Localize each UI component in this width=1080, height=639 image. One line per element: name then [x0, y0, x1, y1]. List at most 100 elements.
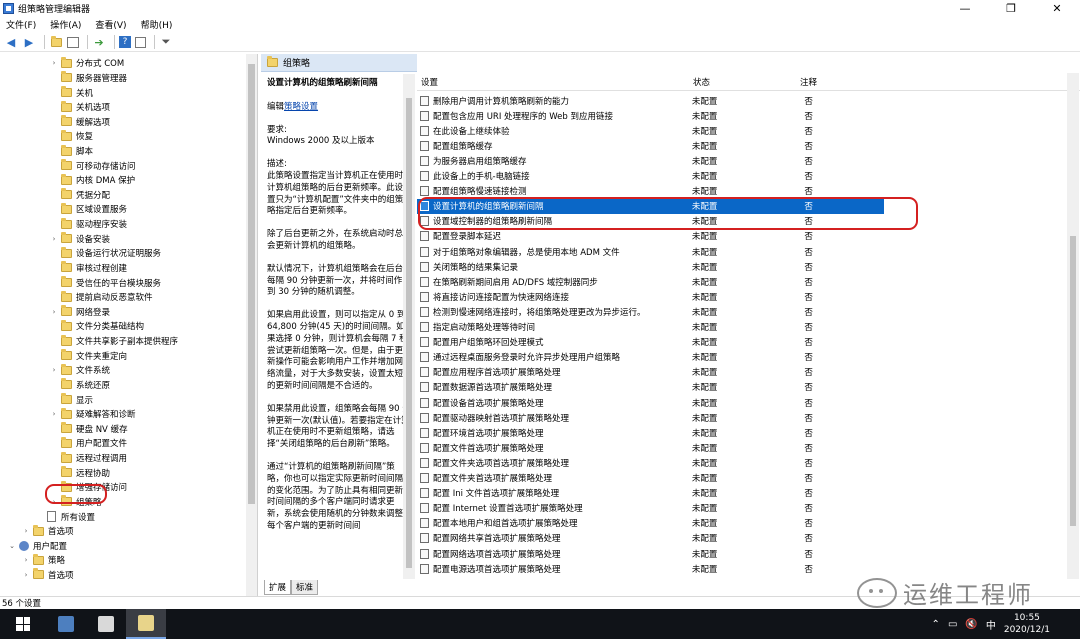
column-header-setting[interactable]: 设置 — [417, 76, 693, 88]
expand-arrow-icon[interactable]: › — [50, 410, 58, 418]
tree-item[interactable]: 远程协助 — [50, 465, 110, 480]
table-row[interactable]: 配置 Ini 文件首选项扩展策略处理 未配置 否 — [417, 486, 884, 501]
tree-item[interactable]: › 文件系统 — [50, 363, 110, 378]
tree-item[interactable]: 关机选项 — [50, 100, 110, 115]
tree-item[interactable]: 增强存储访问 — [50, 480, 127, 495]
tree-item[interactable]: 文件分类基础结构 — [50, 319, 144, 334]
expand-arrow-icon[interactable]: › — [22, 556, 30, 564]
table-row[interactable]: 指定启动策略处理等待时间 未配置 否 — [417, 320, 884, 335]
tree-item[interactable]: 脚本 — [50, 144, 93, 159]
table-row[interactable]: 通过远程桌面服务登录时允许异步处理用户组策略 未配置 否 — [417, 350, 884, 365]
folder-up-icon[interactable] — [49, 35, 63, 49]
close-button[interactable]: ✕ — [1034, 0, 1080, 16]
tree-scrollbar[interactable] — [246, 54, 257, 596]
tree-item[interactable]: › 疑难解答和诊断 — [50, 407, 136, 422]
table-row[interactable]: 在此设备上继续体验 未配置 否 — [417, 123, 884, 138]
table-row[interactable]: 在策略刷新期间启用 AD/DFS 域控制器同步 未配置 否 — [417, 274, 884, 289]
tree-item[interactable]: 关机 — [50, 85, 93, 100]
tree-item[interactable]: 受信任的平台模块服务 — [50, 275, 161, 290]
column-header-state[interactable]: 状态 — [693, 76, 800, 88]
tree-item[interactable]: › 首选项 — [22, 524, 74, 539]
menu-file[interactable]: 文件(F) — [6, 18, 36, 31]
tree-item[interactable]: › 分布式 COM — [50, 56, 124, 71]
expand-arrow-icon[interactable]: › — [50, 235, 58, 243]
tree-item[interactable]: 所有设置 — [36, 509, 95, 524]
tree-item[interactable]: › 策略 — [22, 553, 65, 568]
tree-item[interactable]: › 设备安装 — [50, 231, 110, 246]
expand-arrow-icon[interactable]: › — [50, 366, 58, 374]
tree-item[interactable]: › 网络登录 — [50, 305, 110, 320]
restore-button[interactable]: ❐ — [988, 0, 1034, 16]
expand-arrow-icon[interactable]: › — [50, 498, 58, 506]
table-row[interactable]: 配置本地用户和组首选项扩展策略处理 未配置 否 — [417, 516, 884, 531]
edit-policy-link[interactable]: 策略设置 — [284, 102, 318, 112]
table-row[interactable]: 配置应用程序首选项扩展策略处理 未配置 否 — [417, 365, 884, 380]
expand-arrow-icon[interactable]: › — [50, 59, 58, 67]
expand-arrow-icon[interactable]: ⌄ — [8, 542, 16, 550]
tree-item[interactable]: 审核过程创建 — [50, 261, 127, 276]
tree-item[interactable]: 远程过程调用 — [50, 451, 127, 466]
tree-item[interactable]: ⌄ 用户配置 — [8, 538, 67, 553]
export-list-icon[interactable]: ➔ — [92, 35, 106, 49]
table-row[interactable]: 关闭策略的结果集记录 未配置 否 — [417, 259, 884, 274]
table-row[interactable]: 设置计算机的组策略刷新间隔 未配置 否 — [417, 198, 884, 214]
back-arrow-icon[interactable]: ◀ — [4, 35, 18, 49]
table-row[interactable]: 对于组策略对象编辑器，总是使用本地 ADM 文件 未配置 否 — [417, 244, 884, 259]
table-row[interactable]: 配置环境首选项扩展策略处理 未配置 否 — [417, 425, 884, 440]
table-row[interactable]: 配置用户组策略环回处理模式 未配置 否 — [417, 335, 884, 350]
tree-item[interactable]: 凭据分配 — [50, 188, 110, 203]
table-row[interactable]: 检测到慢速网络连接时，将组策略处理更改为异步运行。 未配置 否 — [417, 304, 884, 319]
tree-item[interactable]: 恢复 — [50, 129, 93, 144]
table-row[interactable]: 配置电源选项首选项扩展策略处理 未配置 否 — [417, 561, 884, 576]
tree-item[interactable]: 提前启动反恶意软件 — [50, 290, 153, 305]
tab-extended[interactable]: 扩展 — [264, 580, 292, 595]
tree-item[interactable]: 内核 DMA 保护 — [50, 173, 135, 188]
tree-item[interactable]: 可移动存储访问 — [50, 158, 136, 173]
help-icon[interactable]: ? — [119, 36, 131, 48]
table-row[interactable]: 为服务器启用组策略缓存 未配置 否 — [417, 153, 884, 168]
table-row[interactable]: 配置包含应用 URI 处理程序的 Web 到应用链接 未配置 否 — [417, 108, 884, 123]
forward-arrow-icon[interactable]: ▶ — [22, 35, 36, 49]
tree-item[interactable]: › 组策略 — [50, 495, 102, 510]
properties-icon[interactable] — [135, 36, 146, 48]
table-row[interactable]: 删除用户调用计算机策略刷新的能力 未配置 否 — [417, 93, 884, 108]
table-row[interactable]: 配置 Internet 设置首选项扩展策略处理 未配置 否 — [417, 501, 884, 516]
clock[interactable]: 10:55 2020/12/1 — [1004, 612, 1050, 636]
table-row[interactable]: 配置数据源首选项扩展策略处理 未配置 否 — [417, 380, 884, 395]
tree-item[interactable]: 驱动程序安装 — [50, 217, 127, 232]
table-row[interactable]: 配置组策略缓存 未配置 否 — [417, 138, 884, 153]
table-row[interactable]: 此设备上的手机-电脑链接 未配置 否 — [417, 169, 884, 184]
menu-view[interactable]: 查看(V) — [95, 18, 126, 31]
tree-item[interactable]: 文件共享影子副本提供程序 — [50, 334, 178, 349]
filter-icon[interactable]: ⏷ — [159, 35, 173, 49]
table-row[interactable]: 配置网络共享首选项扩展策略处理 未配置 否 — [417, 531, 884, 546]
show-hide-tree-icon[interactable] — [67, 36, 79, 48]
tree-item[interactable]: 区域设置服务 — [50, 202, 127, 217]
tab-standard[interactable]: 标准 — [291, 580, 319, 595]
tree-item[interactable]: 文件夹重定向 — [50, 348, 127, 363]
taskbar-gpo-editor[interactable] — [126, 609, 166, 639]
table-row[interactable]: 配置文件首选项扩展策略处理 未配置 否 — [417, 440, 884, 455]
table-row[interactable]: 配置文件夹选项首选项扩展策略处理 未配置 否 — [417, 455, 884, 470]
network-icon[interactable]: ▭ — [948, 619, 957, 630]
table-row[interactable]: 配置驱动器映射首选项扩展策略处理 未配置 否 — [417, 410, 884, 425]
description-scrollbar[interactable] — [403, 74, 415, 579]
table-row[interactable]: 将直接访问连接配置为快速网络连接 未配置 否 — [417, 289, 884, 304]
scroll-thumb[interactable] — [406, 98, 412, 568]
column-header-note[interactable]: 注释 — [800, 76, 817, 88]
tree-item[interactable]: 缓解选项 — [50, 114, 110, 129]
taskbar-notepad[interactable] — [86, 609, 126, 639]
start-button[interactable] — [0, 609, 46, 639]
scroll-thumb[interactable] — [248, 64, 255, 504]
menu-action[interactable]: 操作(A) — [50, 18, 81, 31]
tree-item[interactable]: 服务器管理器 — [50, 71, 127, 86]
tree-item[interactable]: 显示 — [50, 392, 93, 407]
volume-muted-icon[interactable]: 🔇 — [965, 619, 977, 630]
minimize-button[interactable]: — — [942, 0, 988, 16]
table-row[interactable]: 配置设备首选项扩展策略处理 未配置 否 — [417, 395, 884, 410]
table-row[interactable]: 配置文件夹首选项扩展策略处理 未配置 否 — [417, 471, 884, 486]
tree-item[interactable]: 系统还原 — [50, 378, 110, 393]
table-row[interactable]: 配置登录脚本延迟 未配置 否 — [417, 229, 884, 244]
menu-help[interactable]: 帮助(H) — [141, 18, 173, 31]
scroll-thumb[interactable] — [1070, 236, 1076, 526]
